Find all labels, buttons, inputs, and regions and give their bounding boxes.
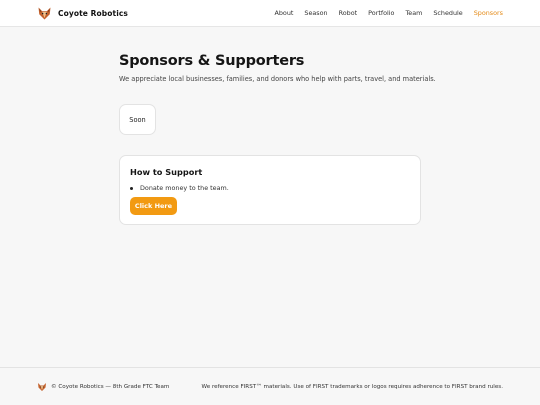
brand[interactable]: Coyote Robotics	[37, 6, 128, 21]
how-to-support-card: How to Support Donate money to the team.…	[119, 155, 421, 225]
page-title: Sponsors & Supporters	[119, 53, 305, 69]
site-header: Coyote Robotics About Season Robot Portf…	[0, 0, 540, 27]
footer-copyright: © Coyote Robotics — 8th Grade FTC Team	[51, 384, 170, 390]
sponsor-placeholder-card: Soon	[119, 104, 156, 135]
support-title: How to Support	[130, 167, 203, 177]
nav-item-season[interactable]: Season	[304, 9, 327, 17]
footer-trademark-notice: We reference FIRST™ materials. Use of FI…	[201, 384, 503, 390]
site-footer: © Coyote Robotics — 8th Grade FTC Team W…	[0, 367, 540, 405]
list-item-text: Donate money to the team.	[140, 184, 229, 192]
nav-item-portfolio[interactable]: Portfolio	[368, 9, 394, 17]
footer-brand: © Coyote Robotics — 8th Grade FTC Team	[37, 382, 169, 392]
click-here-button[interactable]: Click Here	[130, 197, 177, 215]
brand-name: Coyote Robotics	[58, 9, 128, 18]
support-list: Donate money to the team.	[130, 184, 229, 192]
bullet-icon	[130, 186, 133, 190]
main-nav: About Season Robot Portfolio Team Schedu…	[264, 9, 504, 17]
nav-item-team[interactable]: Team	[405, 9, 422, 17]
soon-label: Soon	[129, 115, 146, 124]
nav-item-robot[interactable]: Robot	[339, 9, 358, 17]
nav-item-sponsors[interactable]: Sponsors	[474, 9, 503, 17]
coyote-logo-icon	[38, 383, 46, 391]
page-subtitle: We appreciate local businesses, families…	[119, 75, 436, 83]
coyote-logo-icon	[38, 7, 51, 20]
nav-item-about[interactable]: About	[275, 9, 294, 17]
list-item: Donate money to the team.	[130, 184, 229, 192]
nav-item-schedule[interactable]: Schedule	[433, 9, 462, 17]
